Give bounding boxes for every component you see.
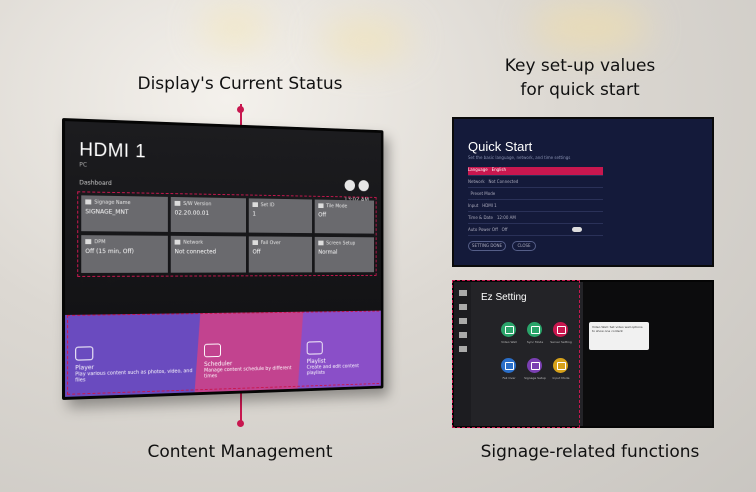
settings-icon[interactable] — [344, 179, 356, 192]
tile-set-id[interactable]: Set ID 1 — [248, 198, 313, 234]
row-label: Language — [468, 167, 488, 172]
row-label: Network — [468, 179, 485, 184]
monitor-icon — [85, 199, 92, 205]
tile-value: Off — [318, 211, 327, 219]
bg-light — [200, 8, 270, 48]
close-button[interactable]: CLOSE — [512, 241, 536, 251]
qs-row-network[interactable]: Network Not Connected — [468, 179, 603, 188]
tile-signage-name[interactable]: Signage Name SIGNAGE_MNT — [81, 195, 168, 232]
tile-label: S/W Version — [183, 201, 212, 208]
tile-value: Normal — [318, 249, 338, 256]
caption-signage-functions: Signage-related functions — [480, 442, 700, 462]
tile-tile-mode[interactable]: Tile Mode Off — [314, 199, 375, 234]
network-icon — [174, 239, 181, 245]
row-label: Input — [468, 203, 479, 208]
tile-screen-setup[interactable]: Screen Setup Normal — [314, 236, 375, 273]
bg-light — [320, 20, 410, 60]
content-highlight — [67, 310, 384, 395]
tile-value: Not connected — [174, 248, 217, 256]
callout-dot-bottom — [237, 420, 244, 427]
tile-value: 02.20.00.01 — [174, 209, 210, 217]
tv-screen: HDMI 1 PC Dashboard 13:02 AM Signage Nam… — [62, 118, 384, 400]
row-value: Off — [501, 227, 508, 232]
row-label: Time & Date — [468, 215, 494, 220]
row-value: HDMI 1 — [482, 203, 497, 208]
tile-label: Signage Name — [94, 199, 131, 207]
ez-highlight — [452, 280, 580, 428]
power-saving-icon — [85, 239, 92, 245]
caption-setup-line1: Key set-up values — [504, 56, 656, 76]
row-value: English — [491, 167, 507, 172]
quick-start-title: Quick Start — [468, 139, 533, 154]
row-value: Not Connected — [488, 179, 519, 184]
qs-row-language[interactable]: Language English — [468, 167, 603, 176]
tile-label: DPM — [94, 239, 106, 246]
fail-over-icon — [252, 240, 258, 245]
tile-network[interactable]: Network Not connected — [170, 235, 247, 273]
input-subtitle: PC — [79, 161, 88, 169]
qs-row-time[interactable]: Time & Date 12:00 AM — [468, 215, 603, 224]
tile-label: Tile Mode — [326, 203, 348, 210]
qs-row-preset[interactable]: Preset Mode — [468, 191, 603, 200]
row-label: Auto Power Off — [468, 227, 498, 232]
tile-label: Set ID — [260, 202, 275, 209]
content-cards-row: Player Play various content such as phot… — [65, 311, 381, 397]
tv-display: HDMI 1 PC Dashboard 13:02 AM Signage Nam… — [62, 118, 417, 408]
dashboard-label: Dashboard — [79, 179, 112, 188]
tile-value: Off — [252, 248, 261, 256]
tile-fail-over[interactable]: Fail Over Off — [248, 236, 313, 273]
tile-dpm[interactable]: DPM Off (15 min, Off) — [81, 235, 168, 273]
input-title: HDMI 1 — [79, 139, 147, 163]
ez-tooltip: Video Wall: Set video wall options to sh… — [589, 322, 649, 350]
caption-setup-values: Key set-up values for quick start — [470, 54, 690, 102]
dashboard-highlight: Signage Name SIGNAGE_MNT S/W Version 02.20… — [77, 191, 377, 277]
callout-dot-top — [237, 106, 244, 113]
tv-header-icons — [344, 179, 369, 192]
caption-setup-line2: for quick start — [520, 80, 640, 100]
row-value: Preset Mode — [470, 191, 496, 196]
caption-display-status: Display's Current Status — [137, 74, 343, 94]
grid-icon — [318, 203, 324, 209]
quick-start-screen: Quick Start Set the basic language, netw… — [452, 117, 714, 267]
tile-label: Network — [183, 239, 204, 246]
tile-label: Fail Over — [260, 240, 281, 247]
auto-power-toggle[interactable] — [572, 227, 582, 232]
qs-row-auto-power[interactable]: Auto Power Off Off — [468, 227, 603, 236]
id-icon — [252, 202, 258, 208]
tile-value: Off (15 min, Off) — [85, 248, 134, 256]
row-value: 12:00 AM — [496, 215, 516, 220]
qs-row-input[interactable]: Input HDMI 1 — [468, 203, 603, 212]
caption-content-management: Content Management — [147, 442, 333, 462]
setting-done-button[interactable]: SETTING DONE — [468, 241, 506, 251]
tile-value: SIGNAGE_MNT — [85, 208, 129, 216]
tile-sw-version[interactable]: S/W Version 02.20.00.01 — [170, 196, 247, 233]
info-icon — [174, 200, 181, 206]
tile-label: Screen Setup — [326, 240, 356, 247]
power-icon[interactable] — [358, 180, 369, 192]
quick-start-subtitle: Set the basic language, network, and tim… — [468, 155, 571, 160]
bg-light — [530, 5, 650, 50]
screen-icon — [318, 240, 324, 246]
tile-value: 1 — [252, 210, 256, 218]
